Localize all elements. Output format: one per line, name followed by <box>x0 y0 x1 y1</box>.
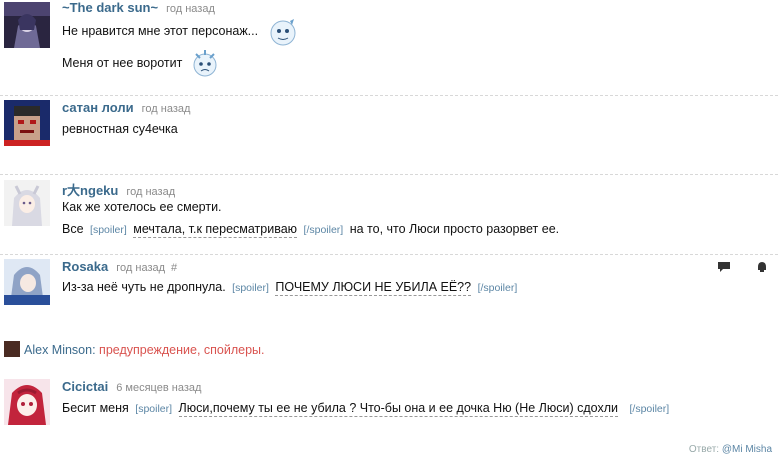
comment: ~The dark sun~ год назад Не нравится мне … <box>0 0 778 96</box>
comment-header: Rosaka год назад # <box>62 259 177 274</box>
comment-author-link[interactable]: ~The dark sun~ <box>62 0 158 15</box>
comment-time[interactable]: год назад <box>126 186 175 198</box>
comment-time[interactable]: год назад <box>116 262 165 274</box>
comment-text: Все [spoiler] мечтала, т.к пересматриваю… <box>62 222 560 238</box>
reply-footer: Ответ: @Mi Misha <box>689 444 772 455</box>
comment-header: ~The dark sun~ год назад <box>62 0 215 15</box>
comment: сатан лоли год назад ревностная су4ечка <box>0 96 778 175</box>
avatar[interactable] <box>4 180 50 226</box>
avatar[interactable] <box>4 100 50 146</box>
text-before: Бесит меня <box>62 401 129 415</box>
comment-time[interactable]: год назад <box>142 103 191 115</box>
report-icon[interactable] <box>756 261 768 276</box>
comment-header: сатан лоли год назад <box>62 100 190 115</box>
spoiler-open-tag: [spoiler] <box>90 224 127 236</box>
comment-author-link[interactable]: сатан лоли <box>62 100 134 115</box>
comment-actions <box>695 261 768 276</box>
emoji-sticker-icon <box>190 48 220 78</box>
comment-author-link[interactable]: r大ngeku <box>62 183 118 198</box>
reply-icon[interactable] <box>717 261 731 276</box>
reply-user-link[interactable]: @Mi Misha <box>722 444 772 455</box>
avatar[interactable] <box>4 341 20 357</box>
text-before: Все <box>62 222 84 236</box>
comment: Rosaka год назад # Из-за неё чуть не дропн… <box>0 255 778 315</box>
avatar[interactable] <box>4 259 50 305</box>
comment-text: Не нравится мне этот персонаж... <box>62 24 259 38</box>
warning-message: Alex Minson: предупреждение, спойлеры. <box>4 341 265 357</box>
spoiler-open-tag: [spoiler] <box>135 403 173 415</box>
text-before: Из-за неё чуть не дропнула. <box>62 280 226 294</box>
comment-time[interactable]: год назад <box>166 3 215 15</box>
spoiler-open-tag: [spoiler] <box>232 282 269 294</box>
comment-header: Cicictai 6 месяцев назад <box>62 379 201 394</box>
comment-header: r大ngeku год назад <box>62 180 175 199</box>
emoji-sticker-icon <box>268 17 298 47</box>
spoiler-text[interactable]: ПОЧЕМУ ЛЮСИ НЕ УБИЛА ЕЁ?? <box>275 280 472 296</box>
comment-author-link[interactable]: Cicictai <box>62 379 108 394</box>
spoiler-text[interactable]: мечтала, т.к пересматриваю <box>133 222 298 238</box>
spoiler-close-tag: [/spoiler] <box>303 224 344 236</box>
reply-label: Ответ: <box>688 444 720 455</box>
comment: r大ngeku год назад Как же хотелось ее смер… <box>0 175 778 255</box>
avatar[interactable] <box>4 2 50 48</box>
warning-text: предупреждение, спойлеры. <box>99 343 265 357</box>
comment-author-link[interactable]: Rosaka <box>62 259 108 274</box>
warning-colon: : <box>92 343 100 357</box>
comment-text: Меня от нее воротит <box>62 56 183 70</box>
spoiler-close-tag: [/spoiler] <box>477 282 518 294</box>
comment: Cicictai 6 месяцев назад Бесит меня [spoi… <box>0 375 778 445</box>
comment-text: Как же хотелось ее смерти. <box>62 200 222 214</box>
text-after: на то, что Люси просто разорвет ее. <box>349 222 560 236</box>
comment-text: Из-за неё чуть не дропнула. [spoiler] ПО… <box>62 280 520 296</box>
permalink-hash[interactable]: # <box>171 262 177 274</box>
comment-time[interactable]: 6 месяцев назад <box>116 382 201 394</box>
spoiler-close-tag: [/spoiler] <box>629 403 670 415</box>
comment-text: ревностная су4ечка <box>62 122 178 136</box>
warning-author-link[interactable]: Alex Minson <box>24 343 92 357</box>
spoiler-text[interactable]: Люси,почему ты ее не убила ? Что-бы она … <box>178 401 618 417</box>
avatar[interactable] <box>4 379 50 425</box>
comment-text: Бесит меня [spoiler] Люси,почему ты ее н… <box>62 401 672 417</box>
